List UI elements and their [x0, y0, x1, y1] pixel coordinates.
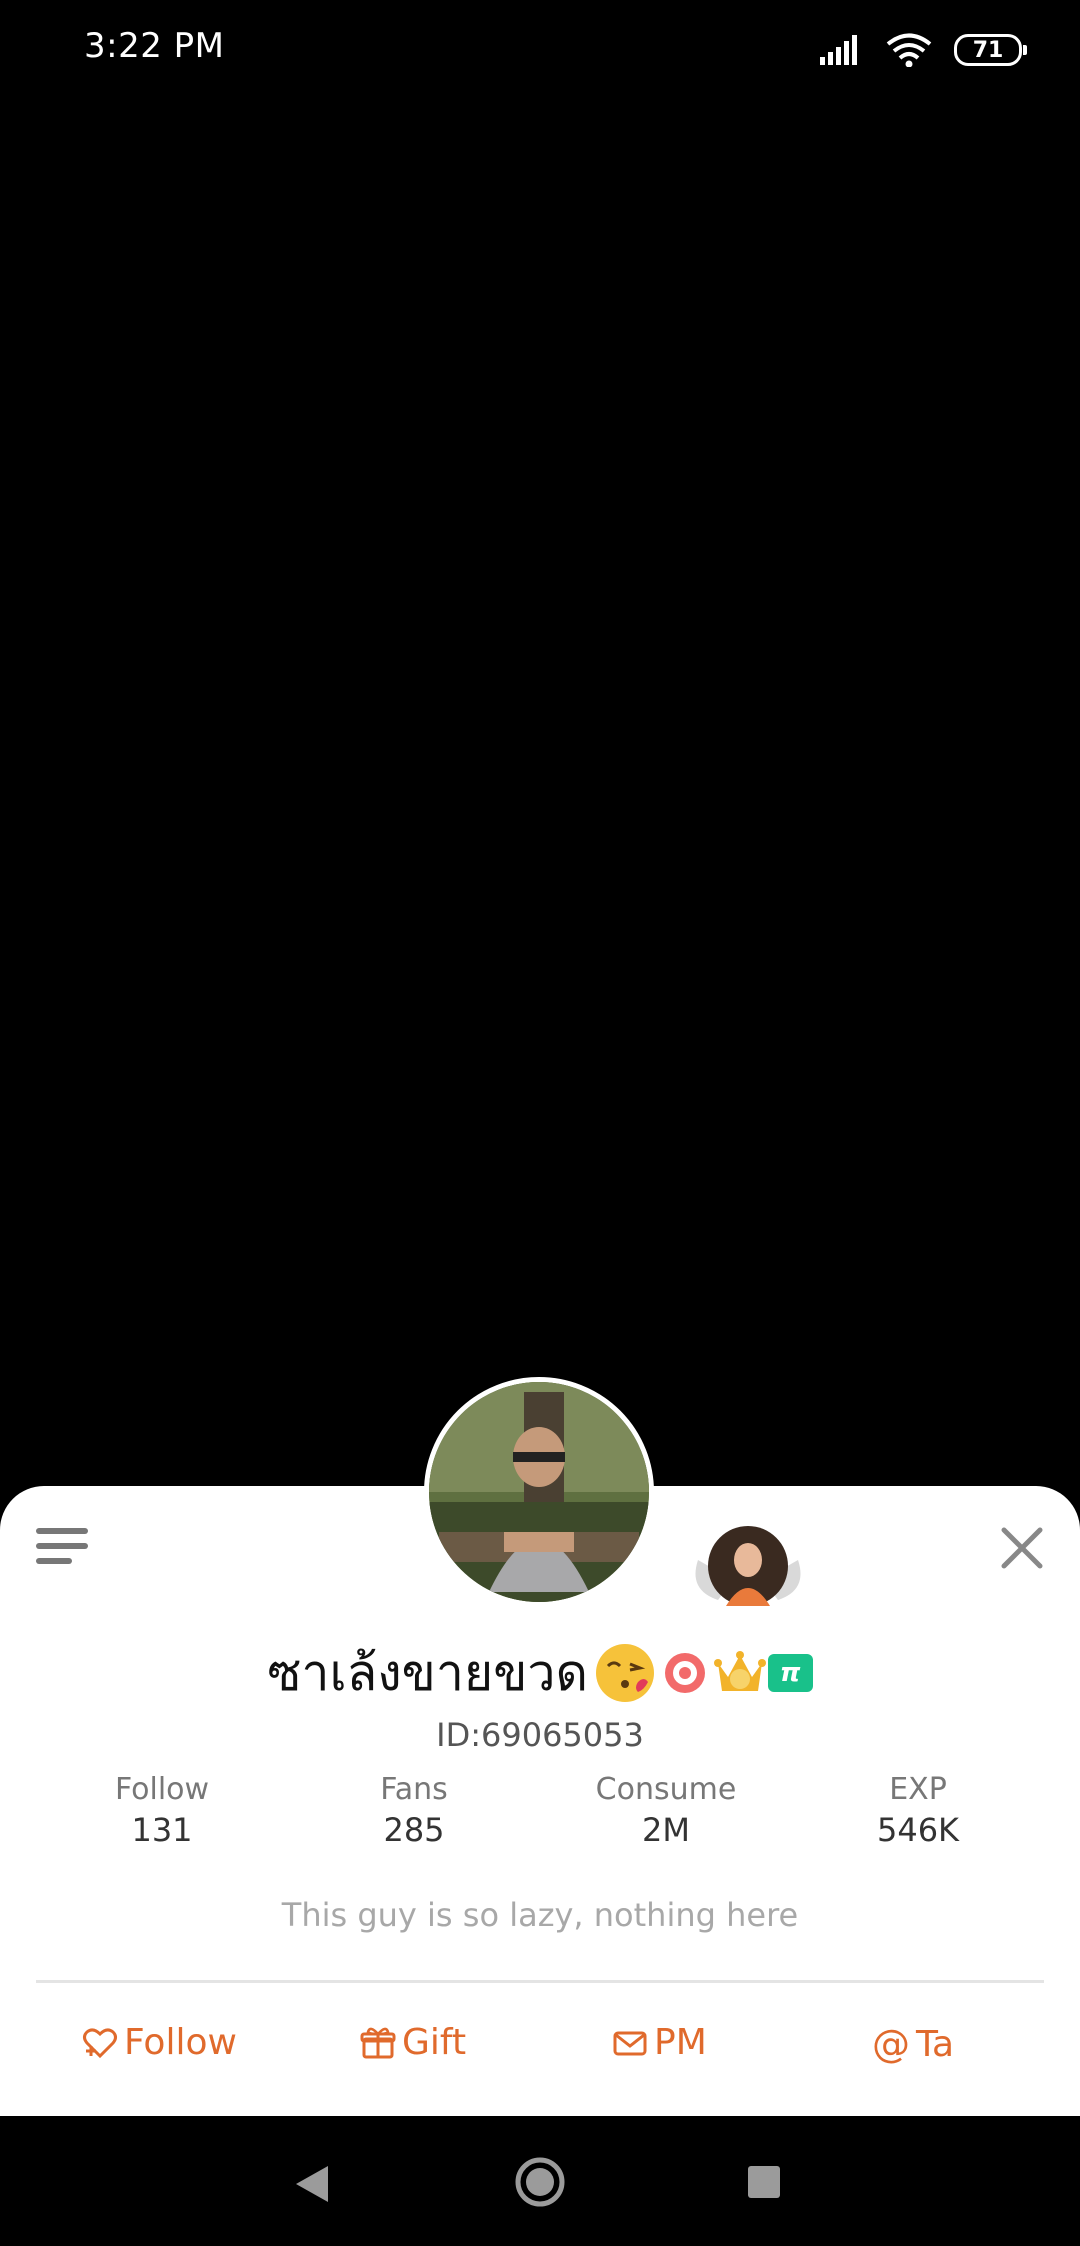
stat-follow[interactable]: Follow 131: [62, 1772, 262, 1849]
action-bar: Follow Gift PM @ Ta: [0, 2022, 1080, 2082]
close-icon[interactable]: [998, 1524, 1046, 1572]
gift-button[interactable]: Gift: [360, 2022, 466, 2063]
screen: 3:22 PM 71 ซาเล้งขายขวด π ID:69065053 Fo…: [0, 0, 1080, 2246]
mail-icon: [613, 2031, 647, 2055]
status-time: 3:22 PM: [84, 26, 225, 66]
stats-row: Follow 131 Fans 285 Consume 2M EXP 546K: [0, 1772, 1080, 1862]
stat-value: 546K: [876, 1811, 960, 1849]
pm-button[interactable]: PM: [612, 2022, 707, 2063]
stat-consume[interactable]: Consume 2M: [566, 1772, 766, 1849]
name-row: ซาเล้งขายขวด π: [0, 1638, 1080, 1708]
avatar-photo: [429, 1382, 649, 1602]
stat-value: 131: [131, 1811, 193, 1849]
recents-icon[interactable]: [748, 2166, 780, 2198]
stat-label: EXP: [889, 1772, 947, 1807]
stat-exp[interactable]: EXP 546K: [818, 1772, 1018, 1849]
kiss-emoji-icon: [595, 1644, 654, 1702]
back-icon[interactable]: [294, 2164, 330, 2204]
menu-icon[interactable]: [36, 1526, 88, 1566]
at-icon: @: [872, 2022, 910, 2066]
battery-level: 71: [972, 37, 1004, 63]
stat-label: Fans: [380, 1772, 448, 1807]
follow-button[interactable]: Follow: [82, 2022, 237, 2063]
wifi-icon: [886, 33, 932, 67]
user-id: ID:69065053: [436, 1716, 644, 1754]
at-button[interactable]: @ Ta: [872, 2022, 954, 2066]
stat-value: 285: [383, 1811, 445, 1849]
stat-fans[interactable]: Fans 285: [314, 1772, 514, 1849]
battery-icon: 71: [954, 34, 1027, 66]
signal-icon: [820, 35, 857, 65]
divider: [36, 1980, 1044, 1983]
level-badge: π: [767, 1654, 813, 1692]
username: ซาเล้งขายขวด: [267, 1643, 588, 1702]
guardian-avatar[interactable]: [688, 1520, 808, 1612]
at-label: Ta: [916, 2023, 955, 2065]
gift-label: Gift: [402, 2022, 467, 2063]
status-icons: 71: [820, 30, 1027, 70]
status-bar: 3:22 PM 71: [0, 0, 1080, 96]
stat-value: 2M: [642, 1811, 690, 1849]
vip-ring-icon: [664, 1653, 705, 1693]
stat-label: Consume: [595, 1772, 737, 1807]
home-icon[interactable]: [514, 2156, 566, 2208]
follow-icon: [83, 2027, 117, 2058]
avatar[interactable]: [424, 1377, 654, 1607]
pm-label: PM: [654, 2022, 707, 2063]
crown-icon: [713, 1651, 766, 1691]
follow-label: Follow: [124, 2022, 237, 2063]
gift-icon: [360, 2027, 396, 2058]
bio: This guy is so lazy, nothing here: [281, 1896, 799, 1934]
stat-label: Follow: [114, 1772, 210, 1807]
